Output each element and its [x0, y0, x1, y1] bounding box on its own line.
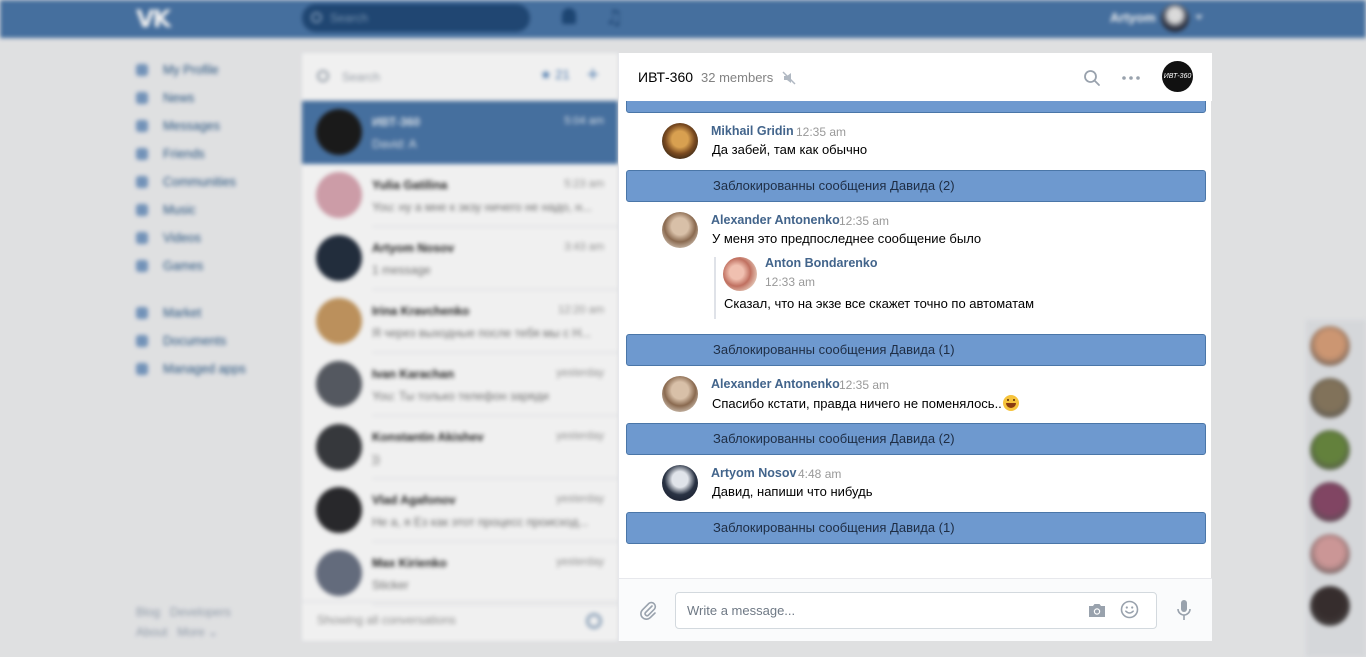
chat-panel: ИВТ-360 32 members ИВТ-360 Mikhail Gridi… [618, 53, 1212, 641]
smile-icon[interactable] [1120, 600, 1139, 619]
chat-avatar[interactable]: ИВТ-360 [1162, 61, 1193, 92]
chat-header: ИВТ-360 32 members ИВТ-360 [619, 53, 1212, 101]
message-composer [619, 578, 1212, 641]
blocked-messages-banner[interactable]: Заблокированны сообщения Давида (2) [626, 423, 1206, 455]
quote-time[interactable]: 12:33 am [765, 275, 815, 289]
quote-author[interactable]: Anton Bondarenko [765, 256, 878, 270]
mute-icon [782, 71, 796, 85]
message-area: Mikhail Gridin 12:35 am Да забей, там ка… [619, 101, 1212, 578]
more-icon[interactable] [1121, 69, 1141, 87]
message-author[interactable]: Mikhail Gridin [711, 124, 794, 138]
chat-title[interactable]: ИВТ-360 [638, 69, 693, 85]
paperclip-icon[interactable] [639, 600, 657, 620]
message-time[interactable]: 12:35 am [839, 378, 889, 392]
avatar[interactable] [662, 123, 698, 159]
quote-text: Сказал, что на экзе все скажет точно по … [724, 296, 1035, 311]
blocked-messages-banner[interactable]: Заблокированны сообщения Давида (1) [626, 512, 1206, 544]
message-author[interactable]: Alexander Antonenko [711, 377, 840, 391]
blocked-messages-banner[interactable]: Заблокированны сообщения Давида (1) [626, 334, 1206, 366]
message-text: У меня это предпоследнее сообщение было [712, 231, 982, 246]
avatar[interactable] [662, 212, 698, 248]
blocked-messages-banner[interactable] [626, 101, 1206, 113]
message-time[interactable]: 12:35 am [796, 125, 846, 139]
grinning-emoji-icon [1002, 395, 1019, 411]
quote-bar [714, 257, 716, 319]
blocked-messages-banner[interactable]: Заблокированны сообщения Давида (2) [626, 170, 1206, 202]
message-text: Спасибо кстати, правда ничего не поменял… [712, 396, 1002, 411]
message-input[interactable] [675, 592, 1157, 629]
avatar[interactable] [662, 465, 698, 501]
avatar[interactable] [662, 376, 698, 412]
message-text: Давид, напиши что нибудь [712, 484, 873, 499]
microphone-icon[interactable] [1176, 599, 1192, 621]
message-time[interactable]: 4:48 am [798, 467, 841, 481]
chat-members-count[interactable]: 32 members [701, 70, 773, 85]
message-time[interactable]: 12:35 am [839, 214, 889, 228]
message-text: Да забей, там как обычно [712, 142, 868, 157]
search-icon[interactable] [1083, 69, 1101, 87]
avatar[interactable] [723, 257, 757, 291]
message-author[interactable]: Artyom Nosov [711, 466, 796, 480]
camera-icon[interactable] [1088, 602, 1106, 618]
message-author[interactable]: Alexander Antonenko [711, 213, 840, 227]
